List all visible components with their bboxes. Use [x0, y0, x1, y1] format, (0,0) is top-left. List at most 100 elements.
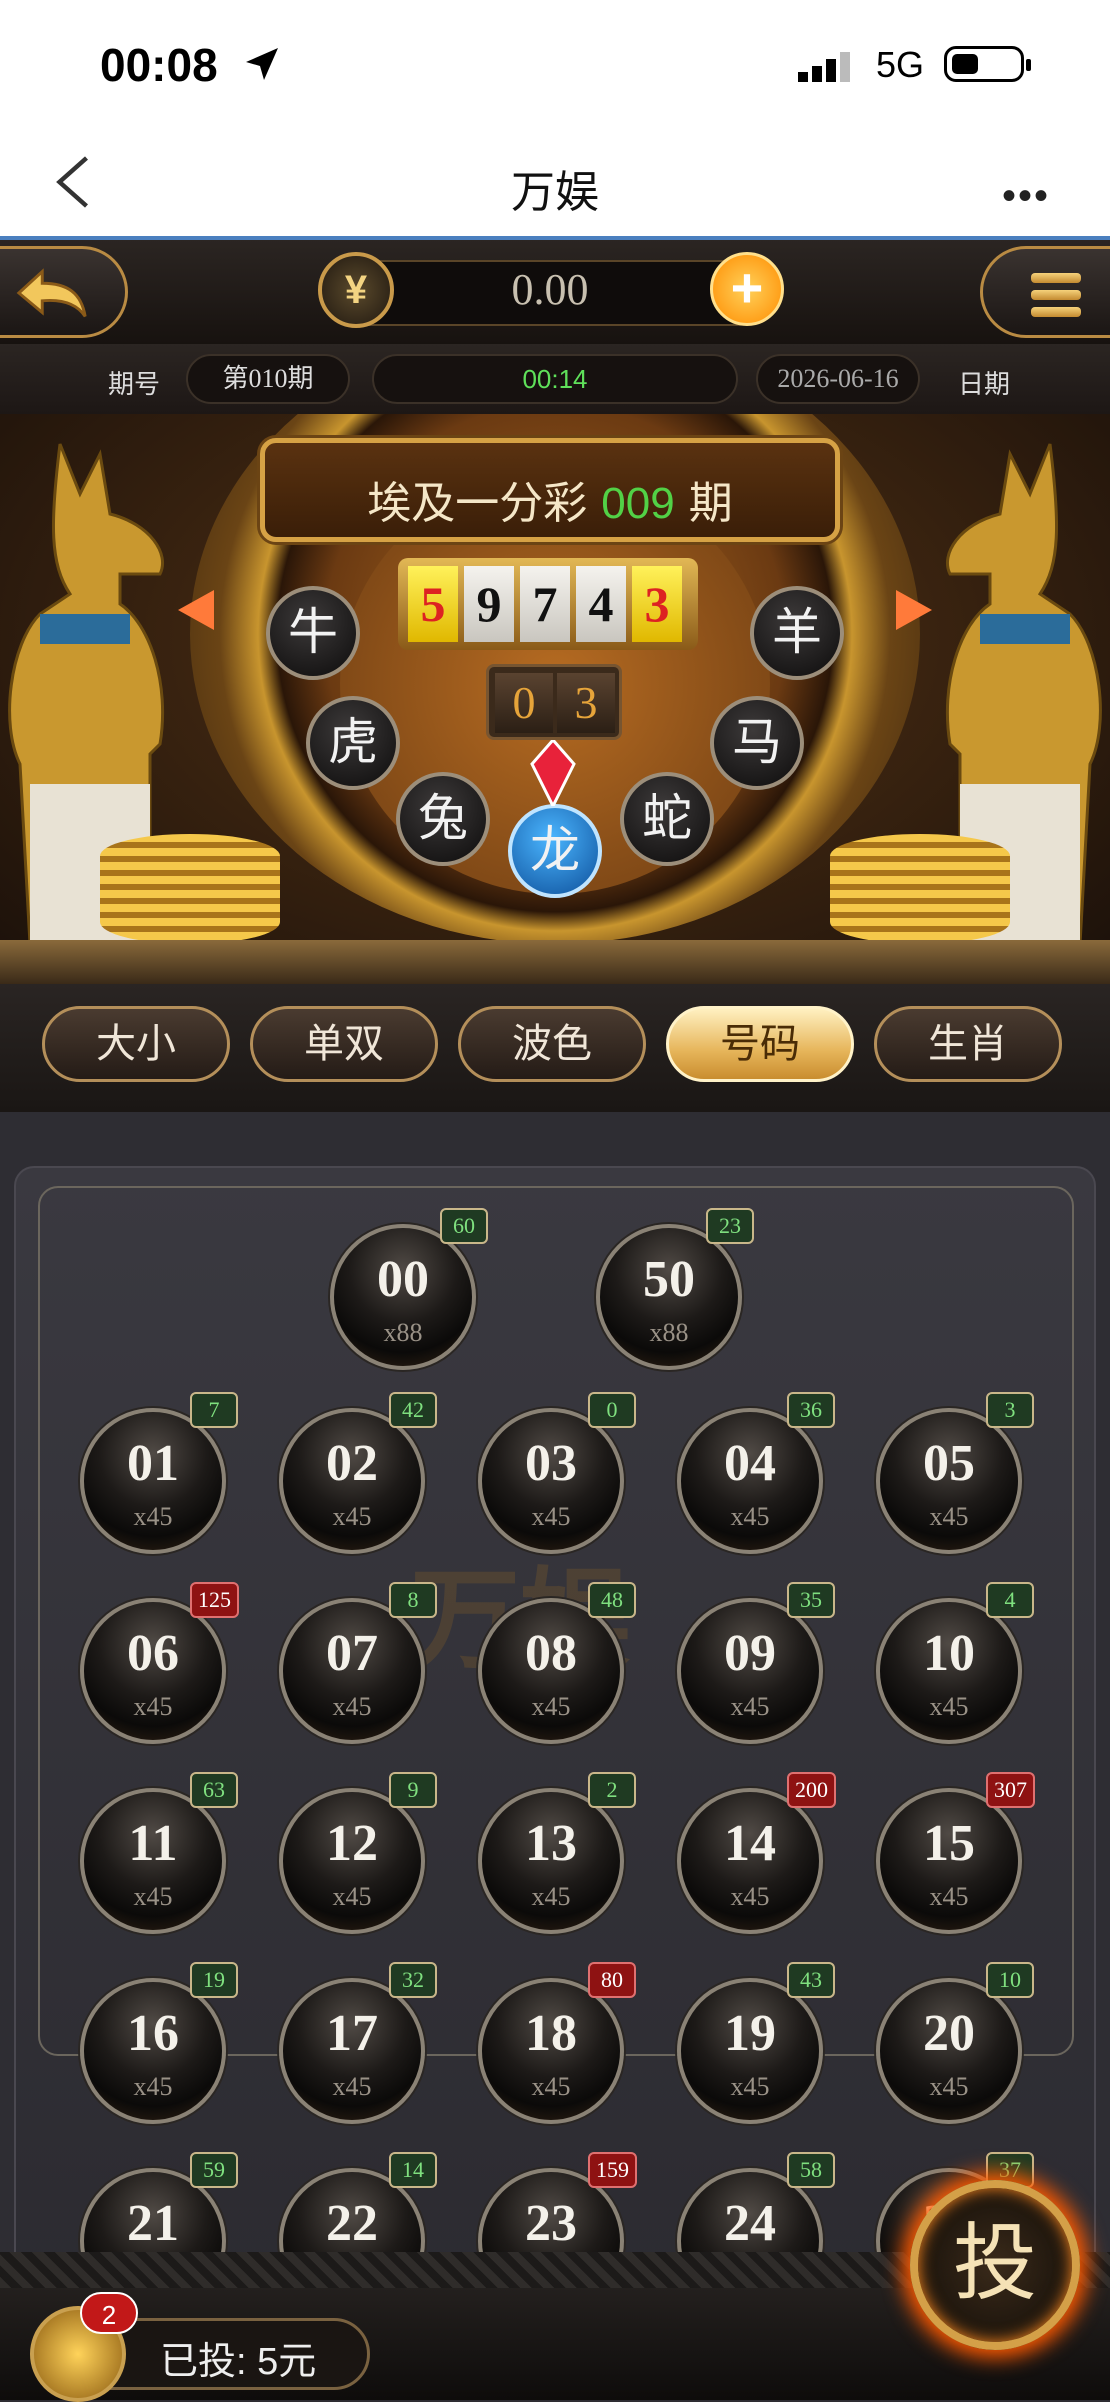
network-type: 5G: [876, 44, 925, 85]
tab-number[interactable]: 号码: [666, 1006, 854, 1082]
place-bet-button[interactable]: 投: [910, 2180, 1080, 2350]
more-menu-icon[interactable]: •••: [1002, 174, 1050, 219]
number-ball-02[interactable]: 02 x45: [279, 1408, 425, 1554]
ball-number: 05: [923, 1435, 975, 1492]
add-funds-button[interactable]: +: [710, 252, 784, 326]
number-ball-16[interactable]: 16 x45: [80, 1978, 226, 2124]
number-ball-00[interactable]: 00 x88: [330, 1224, 476, 1370]
date-value: 2026-06-16: [756, 354, 920, 404]
ball-number: 24: [724, 2195, 776, 2252]
number-ball-18[interactable]: 18 x45: [478, 1978, 624, 2124]
ball-bet-count: 0: [588, 1392, 636, 1428]
number-ball-03[interactable]: 03 x45: [478, 1408, 624, 1554]
zodiac-dragon-active: 龙: [508, 804, 602, 898]
tab-big-small[interactable]: 大小: [42, 1006, 230, 1082]
result-digit: 7: [520, 566, 570, 642]
number-ball-17[interactable]: 17 x45: [279, 1978, 425, 2124]
status-bar: 00:08 5G: [0, 0, 1110, 132]
battery-icon: [944, 46, 1031, 82]
number-ball-08[interactable]: 08 x45: [478, 1598, 624, 1744]
ball-bet-count: 80: [588, 1962, 636, 1998]
number-ball-01[interactable]: 01 x45: [80, 1408, 226, 1554]
ball-bet-count: 36: [787, 1392, 835, 1428]
ball-number: 16: [127, 2005, 179, 2062]
tab-zodiac[interactable]: 生肖: [874, 1006, 1062, 1082]
bet-type-tabs: 大小 单双 波色 号码 生肖: [0, 984, 1110, 1112]
ball-multiplier: x45: [332, 2072, 372, 2101]
left-arrow-icon: [178, 590, 214, 630]
ball-bet-count: 43: [787, 1962, 835, 1998]
gold-coins-right: [830, 834, 1010, 944]
ball-number: 20: [923, 2005, 975, 2062]
ball-number: 50: [643, 1251, 695, 1308]
number-ball-06[interactable]: 06 x45: [80, 1598, 226, 1744]
number-ball-12[interactable]: 12 x45: [279, 1788, 425, 1934]
number-ball-04[interactable]: 04 x45: [677, 1408, 823, 1554]
ball-bet-count: 3: [986, 1392, 1034, 1428]
tab-color[interactable]: 波色: [458, 1006, 646, 1082]
gold-coins-left: [100, 834, 280, 944]
ball-multiplier: x45: [133, 1502, 173, 1531]
draw-scene: 牛 羊 虎 马 兔 龙 蛇 埃及一分彩 009 期 5 9 7 4 3 0 3: [0, 414, 1110, 984]
date-label: 日期: [958, 369, 1011, 399]
nav-bar: 万娱 •••: [0, 132, 1110, 236]
ball-number: 19: [724, 2005, 776, 2062]
ball-multiplier: x45: [730, 1882, 770, 1911]
zodiac-ox: 牛: [266, 586, 360, 680]
ball-multiplier: x45: [531, 2072, 571, 2101]
zodiac-tiger: 虎: [306, 696, 400, 790]
ball-multiplier: x45: [929, 1882, 969, 1911]
ball-bet-count: 307: [986, 1772, 1035, 1808]
pointer-gem-icon: [530, 740, 576, 806]
result-sum: 0 3: [486, 664, 622, 740]
ball-multiplier: x88: [649, 1318, 689, 1347]
number-ball-11[interactable]: 11 x45: [80, 1788, 226, 1934]
number-ball-15[interactable]: 15 x45: [876, 1788, 1022, 1934]
ball-multiplier: x45: [730, 1692, 770, 1721]
number-ball-09[interactable]: 09 x45: [677, 1598, 823, 1744]
currency-icon: ¥: [318, 252, 394, 328]
ball-bet-count: 63: [190, 1772, 238, 1808]
number-ball-07[interactable]: 07 x45: [279, 1598, 425, 1744]
game-back-button[interactable]: [0, 246, 128, 338]
ball-number: 03: [525, 1435, 577, 1492]
zodiac-sheep: 羊: [750, 586, 844, 680]
zodiac-snake: 蛇: [620, 772, 714, 866]
ball-bet-count: 32: [389, 1962, 437, 1998]
number-ball-50[interactable]: 50 x88: [596, 1224, 742, 1370]
number-ball-10[interactable]: 10 x45: [876, 1598, 1022, 1744]
ball-bet-count: 23: [706, 1208, 754, 1244]
right-arrow-icon: [896, 590, 932, 630]
balance-value: 0.00: [511, 265, 589, 314]
number-ball-14[interactable]: 14 x45: [677, 1788, 823, 1934]
number-ball-13[interactable]: 13 x45: [478, 1788, 624, 1934]
ball-bet-count: 14: [389, 2152, 437, 2188]
bet-count-badge: 2: [80, 2292, 138, 2334]
ball-number: 17: [326, 2005, 378, 2062]
ball-multiplier: x45: [730, 1502, 770, 1531]
ball-bet-count: 200: [787, 1772, 836, 1808]
draw-title-suffix: 期: [688, 478, 733, 529]
result-digit: 3: [632, 566, 682, 642]
ball-number: 11: [128, 1815, 178, 1872]
number-ball-19[interactable]: 19 x45: [677, 1978, 823, 2124]
number-ball-05[interactable]: 05 x45: [876, 1408, 1022, 1554]
ball-multiplier: x45: [929, 1502, 969, 1531]
result-digit: 4: [576, 566, 626, 642]
ball-bet-count: 59: [190, 2152, 238, 2188]
zodiac-rabbit: 兔: [396, 772, 490, 866]
ball-multiplier: x45: [133, 1692, 173, 1721]
ball-bet-count: 125: [190, 1582, 239, 1618]
ball-number: 00: [377, 1251, 429, 1308]
hamburger-menu-button[interactable]: [980, 246, 1110, 338]
ball-bet-count: 8: [389, 1582, 437, 1618]
zodiac-horse: 马: [710, 696, 804, 790]
ball-bet-count: 7: [190, 1392, 238, 1428]
ball-multiplier: x45: [332, 1502, 372, 1531]
countdown-timer: 00:14: [372, 354, 738, 404]
tab-odd-even[interactable]: 单双: [250, 1006, 438, 1082]
ball-bet-count: 58: [787, 2152, 835, 2188]
ball-number: 15: [923, 1815, 975, 1872]
ball-multiplier: x45: [332, 1692, 372, 1721]
number-ball-20[interactable]: 20 x45: [876, 1978, 1022, 2124]
